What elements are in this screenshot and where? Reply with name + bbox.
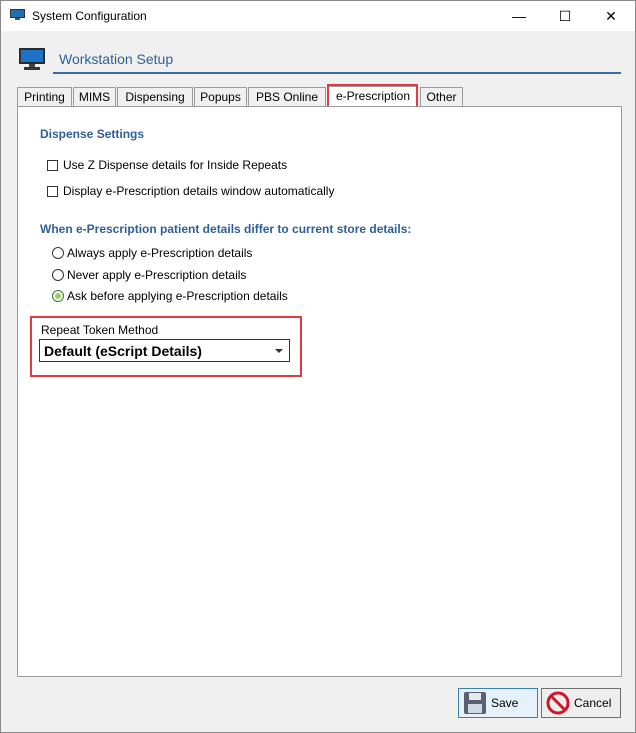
maximize-button[interactable]: ☐ <box>542 1 588 31</box>
use-z-dispense-label: Use Z Dispense details for Inside Repeat… <box>63 158 288 172</box>
repeat-token-method-dropdown[interactable]: Default (eScript Details) <box>39 339 290 362</box>
window-title: System Configuration <box>32 9 147 23</box>
cancel-button[interactable]: Cancel <box>541 688 621 718</box>
ask-before-applying-radio-row[interactable]: Ask before applying e-Prescription detai… <box>52 289 288 303</box>
always-apply-radio[interactable] <box>52 247 64 259</box>
tab-dispensing[interactable]: Dispensing <box>117 87 193 106</box>
system-configuration-window: System Configuration — ☐ ✕ Workstation S… <box>0 0 636 733</box>
never-apply-radio-row[interactable]: Never apply e-Prescription details <box>52 268 246 282</box>
repeat-token-method-value: Default (eScript Details) <box>44 343 202 359</box>
always-apply-radio-row[interactable]: Always apply e-Prescription details <box>52 246 252 260</box>
patient-details-heading: When e-Prescription patient details diff… <box>40 222 412 236</box>
chevron-down-icon[interactable] <box>275 349 283 353</box>
display-eprescription-window-checkbox[interactable] <box>47 185 58 197</box>
header-divider <box>53 72 621 74</box>
close-button[interactable]: ✕ <box>588 1 634 31</box>
floppy-disk-icon <box>464 692 486 714</box>
workstation-icon <box>19 48 45 70</box>
display-eprescription-window-label: Display e-Prescription details window au… <box>63 184 335 198</box>
cancel-label: Cancel <box>574 696 612 710</box>
dispense-settings-heading: Dispense Settings <box>40 127 145 141</box>
use-z-dispense-checkbox-row[interactable]: Use Z Dispense details for Inside Repeat… <box>47 158 287 172</box>
never-apply-label: Never apply e-Prescription details <box>67 268 247 282</box>
repeat-token-method-label: Repeat Token Method <box>41 323 159 337</box>
tab-pbs-online[interactable]: PBS Online <box>248 87 326 106</box>
never-apply-radio[interactable] <box>52 269 64 281</box>
save-button[interactable]: Save <box>458 688 538 718</box>
tab-popups[interactable]: Popups <box>194 87 247 106</box>
monitor-icon <box>10 9 25 20</box>
use-z-dispense-checkbox[interactable] <box>47 159 58 171</box>
display-eprescription-window-checkbox-row[interactable]: Display e-Prescription details window au… <box>47 184 334 198</box>
ask-before-applying-radio[interactable] <box>52 290 64 302</box>
page-title: Workstation Setup <box>59 51 174 67</box>
always-apply-label: Always apply e-Prescription details <box>67 246 253 260</box>
cancel-icon <box>546 691 570 715</box>
save-label: Save <box>491 696 519 710</box>
tab-other[interactable]: Other <box>420 87 463 106</box>
minimize-button[interactable]: — <box>496 1 542 31</box>
ask-before-applying-label: Ask before applying e-Prescription detai… <box>67 289 288 303</box>
tab-printing[interactable]: Printing <box>17 87 72 106</box>
tab-highlight <box>327 84 418 108</box>
title-bar: System Configuration — ☐ ✕ <box>1 1 635 31</box>
tab-mims[interactable]: MIMS <box>73 87 116 106</box>
